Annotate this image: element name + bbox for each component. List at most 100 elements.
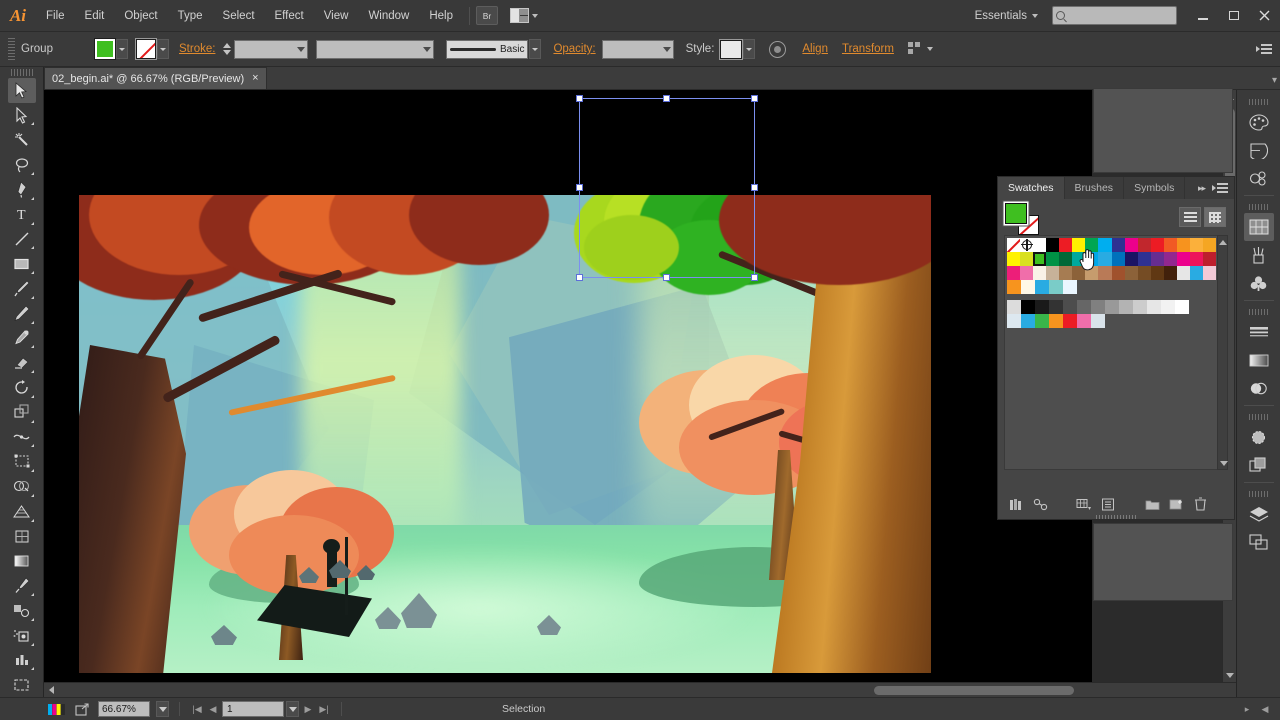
color-panel-icon[interactable]	[1244, 108, 1274, 136]
swatch-be1e2d[interactable]	[1202, 252, 1216, 266]
swatch-808080[interactable]	[1091, 300, 1105, 314]
status-text[interactable]: Selection	[502, 703, 545, 715]
select-similar-objects-icon[interactable]	[907, 41, 925, 57]
swatch-f06eaa[interactable]	[1077, 314, 1091, 328]
arrange-documents-button[interactable]	[510, 8, 538, 23]
swatch-1a1a1a[interactable]	[1035, 300, 1049, 314]
transparency-panel-icon[interactable]	[1244, 374, 1274, 402]
artboard-tool[interactable]	[8, 672, 36, 697]
collapsed-panel-bottom[interactable]	[1093, 523, 1233, 601]
align-link[interactable]: Align	[802, 43, 828, 55]
fill-indicator-swatch[interactable]	[1005, 203, 1027, 224]
swatch-a0522d[interactable]	[1111, 266, 1125, 280]
gradient-panel-icon[interactable]	[1244, 346, 1274, 374]
color-guide-panel-icon[interactable]	[1244, 136, 1274, 164]
swatch-000000[interactable]	[1046, 238, 1060, 252]
dock-grip-2[interactable]	[1248, 204, 1269, 210]
menu-file[interactable]: File	[36, 0, 75, 32]
swatch-c1272d[interactable]	[1137, 238, 1151, 252]
swatch-662d91[interactable]	[1150, 252, 1164, 266]
magic-wand-tool[interactable]	[8, 127, 36, 152]
swatch-8c6239[interactable]	[1072, 266, 1086, 280]
swatch-666666[interactable]	[1077, 300, 1091, 314]
free-transform-tool[interactable]	[8, 449, 36, 474]
swatch-f7931e[interactable]	[1176, 238, 1190, 252]
tab-overflow-icon[interactable]: ▾	[1272, 75, 1277, 86]
previous-artboard-button[interactable]: ◀	[206, 701, 220, 717]
stroke-weight-stepper[interactable]	[221, 40, 232, 59]
swatch-00a651[interactable]	[1085, 238, 1099, 252]
swatch-ffffff[interactable]	[1033, 238, 1047, 252]
delete-swatch-icon[interactable]	[1190, 495, 1210, 513]
stroke-panel-icon[interactable]	[1244, 318, 1274, 346]
dock-grip-3[interactable]	[1248, 309, 1269, 315]
swatch-ed1c24[interactable]	[1059, 238, 1073, 252]
opacity-label[interactable]: Opacity:	[553, 43, 595, 55]
lasso-tool[interactable]	[8, 152, 36, 177]
swatch-f15a24[interactable]	[1163, 238, 1177, 252]
swatch-f9f2e7[interactable]	[1033, 266, 1047, 280]
color-group-link-icon[interactable]	[1030, 495, 1050, 513]
artboard-number-field[interactable]: 1	[222, 701, 284, 717]
swatch-0071bc[interactable]	[1111, 252, 1125, 266]
swatch-8c6239[interactable]	[1124, 266, 1138, 280]
layers-panel-icon[interactable]	[1244, 500, 1274, 528]
swatch-ed1c24[interactable]	[1063, 314, 1077, 328]
workspace-switcher[interactable]: Essentials	[967, 10, 1046, 22]
swatch-754c24[interactable]	[1137, 266, 1151, 280]
swatch-29abe2[interactable]	[1035, 280, 1049, 294]
artboard[interactable]	[79, 195, 931, 673]
swatch-42210b[interactable]	[1163, 266, 1177, 280]
swatch-fff200[interactable]	[1072, 238, 1086, 252]
swatch-29abe2[interactable]	[1098, 252, 1112, 266]
rectangle-tool[interactable]	[8, 251, 36, 276]
swatch-b3b3b3[interactable]	[1119, 300, 1133, 314]
menu-select[interactable]: Select	[213, 0, 265, 32]
swatch-fff8e7[interactable]	[1021, 280, 1035, 294]
swatch-009245[interactable]	[1046, 252, 1060, 266]
swatch-eaf6ff[interactable]	[1063, 280, 1077, 294]
width-tool[interactable]	[8, 425, 36, 450]
share-on-behance-icon[interactable]	[72, 701, 92, 717]
tab-swatches[interactable]: Swatches	[998, 177, 1065, 199]
panel-menu-icon[interactable]	[1212, 181, 1228, 195]
swatch-options-icon[interactable]	[1098, 495, 1118, 513]
mesh-tool[interactable]	[8, 524, 36, 549]
next-artboard-button[interactable]: ▶	[301, 701, 315, 717]
swatch-e6e6e6[interactable]	[1176, 266, 1190, 280]
swatch-4d4d4d[interactable]	[1063, 300, 1077, 314]
minimize-button[interactable]	[1187, 4, 1218, 28]
menu-help[interactable]: Help	[419, 0, 463, 32]
shape-builder-tool[interactable]	[8, 474, 36, 499]
swatch-cccccc[interactable]	[1133, 300, 1147, 314]
last-artboard-button[interactable]: ▶|	[317, 701, 331, 717]
opacity-field[interactable]	[601, 39, 674, 59]
rotate-tool[interactable]	[8, 375, 36, 400]
canvas-scrollbar-horizontal[interactable]	[44, 682, 1236, 697]
menu-type[interactable]: Type	[168, 0, 213, 32]
swatches-panel-resize-grip[interactable]	[1096, 515, 1136, 519]
swatch-2e3192[interactable]	[1111, 238, 1125, 252]
swatch-f06eaa[interactable]	[1020, 266, 1034, 280]
swatch-ed1c24[interactable]	[1150, 238, 1164, 252]
zoom-level-field[interactable]: 66.67%	[98, 701, 150, 717]
new-swatch-icon[interactable]	[1166, 495, 1186, 513]
paintbrush-tool[interactable]	[8, 276, 36, 301]
swatch-00a99d[interactable]	[1072, 252, 1086, 266]
recolor-artwork-icon[interactable]	[769, 40, 787, 58]
dock-grip-1[interactable]	[1248, 99, 1269, 105]
swatch-006837[interactable]	[1059, 252, 1073, 266]
control-bar-grip[interactable]	[8, 38, 15, 60]
swatch-92278f[interactable]	[1163, 252, 1177, 266]
collapse-panel-icon[interactable]: ▸▸	[1198, 183, 1206, 194]
swatch-f7941e[interactable]	[1049, 314, 1063, 328]
perspective-grid-tool[interactable]	[8, 499, 36, 524]
swatch-ed145b[interactable]	[1189, 252, 1203, 266]
blend-tool[interactable]	[8, 598, 36, 623]
control-panel-menu-icon[interactable]	[1256, 42, 1272, 56]
direct-selection-tool[interactable]	[8, 103, 36, 128]
swatch-d9e3ea[interactable]	[1091, 314, 1105, 328]
brushes-panel-icon[interactable]	[1244, 241, 1274, 269]
swatch-f7941e[interactable]	[1007, 280, 1021, 294]
dock-grip-4[interactable]	[1248, 414, 1269, 420]
